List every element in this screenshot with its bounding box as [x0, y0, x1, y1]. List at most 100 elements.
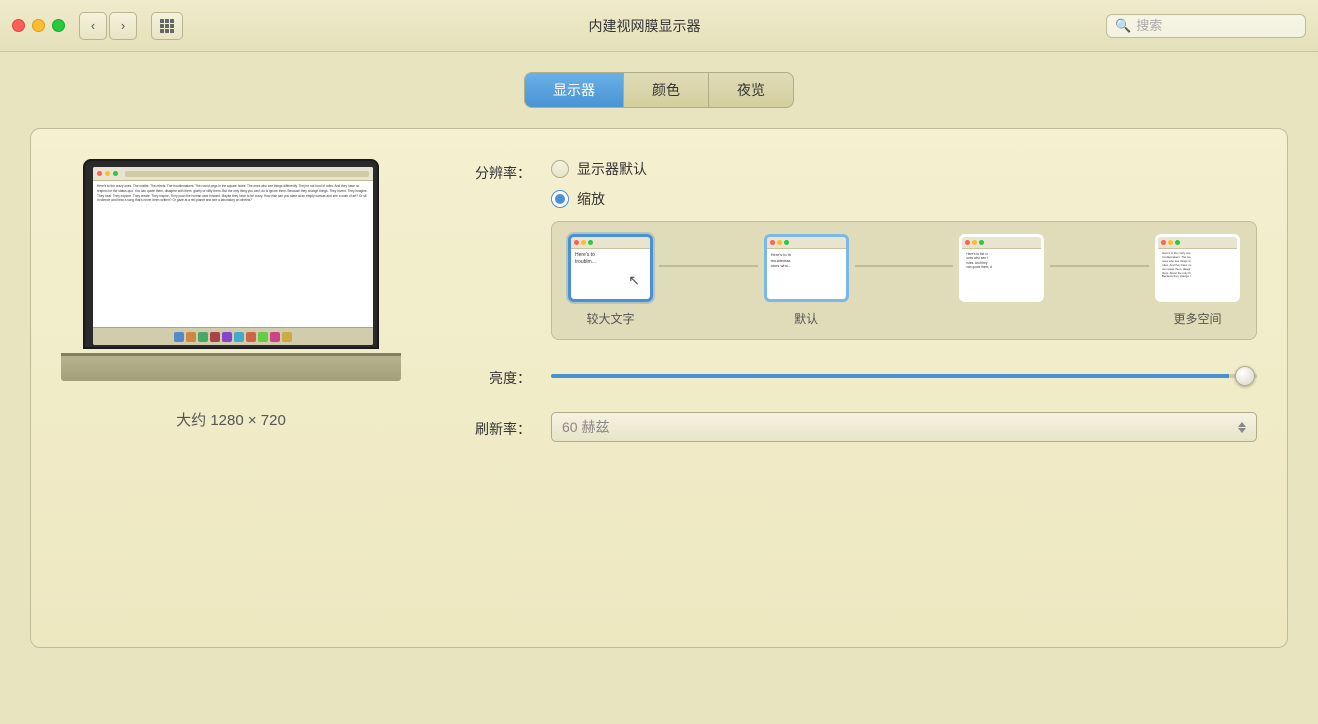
scale-more-1-text: Here's to the crones who see trules. And… [962, 249, 1041, 302]
sp-dot-g-1 [588, 240, 593, 245]
minimize-button[interactable] [32, 19, 45, 32]
laptop-hinge [61, 353, 401, 356]
scale-more-1[interactable]: Here's to the crones who see trules. And… [959, 234, 1044, 327]
nav-buttons: ‹ › [79, 12, 137, 40]
brightness-setting: 亮度： [451, 364, 1257, 388]
grid-view-button[interactable] [151, 12, 183, 40]
brightness-label: 亮度： [451, 368, 531, 388]
sp-dot-r-2 [770, 240, 775, 245]
sp-dot-r-4 [1161, 240, 1166, 245]
tabs-container: 显示器 颜色 夜览 [30, 72, 1288, 108]
resolution-radio-group: 显示器默认 缩放 [551, 159, 1257, 209]
scale-larger[interactable]: Here's totroublm... ↖ 较大文字 [568, 234, 653, 327]
screen-dock [93, 327, 373, 345]
screen-max-dot [113, 171, 118, 176]
scale-default-preview: Here's to thtroublemakones who... [764, 234, 849, 302]
laptop-screen-inner: Here's to the crazy ones. The misfits. T… [93, 167, 373, 345]
screen-toolbar [125, 171, 369, 177]
display-panel: Here's to the crazy ones. The misfits. T… [30, 128, 1288, 648]
scale-spacer-1 [659, 265, 758, 267]
sp-dot-r-1 [574, 240, 579, 245]
scale-larger-label: 较大文字 [586, 310, 634, 327]
main-content: 显示器 颜色 夜览 [0, 52, 1318, 668]
screen-min-dot [105, 171, 110, 176]
sp-dot-g-2 [784, 240, 789, 245]
scale-preview-bar-3 [962, 237, 1041, 249]
titlebar: ‹ › 内建视网膜显示器 🔍 [0, 0, 1318, 52]
refresh-select[interactable]: 60 赫兹 [551, 412, 1257, 442]
tab-group: 显示器 颜色 夜览 [524, 72, 794, 108]
radio-scaled-inner [555, 194, 565, 204]
refresh-value: 60 赫兹 [562, 417, 1238, 437]
scale-larger-preview: Here's totroublm... ↖ [568, 234, 653, 302]
grid-icon [159, 18, 175, 34]
tab-color[interactable]: 颜色 [624, 73, 709, 107]
nav-forward-button[interactable]: › [109, 12, 137, 40]
refresh-arrows [1238, 422, 1246, 433]
scale-options-container: Here's totroublm... ↖ 较大文字 [551, 221, 1257, 340]
dock-icon-2 [186, 332, 196, 342]
scale-more-2-preview: Here's to the crazy onetroublemakers. Th… [1155, 234, 1240, 302]
arrow-up-icon [1238, 422, 1246, 427]
sp-dot-g-4 [1175, 240, 1180, 245]
nav-back-button[interactable]: ‹ [79, 12, 107, 40]
scale-spacer-2 [855, 265, 954, 267]
settings-section: 分辨率： 显示器默认 缩放 [451, 159, 1257, 617]
sp-dot-y-2 [777, 240, 782, 245]
dock-icon-7 [246, 332, 256, 342]
radio-scaled-circle [551, 190, 569, 208]
traffic-lights [12, 19, 65, 32]
scale-more-2[interactable]: Here's to the crazy onetroublemakers. Th… [1155, 234, 1240, 327]
refresh-label: 刷新率： [451, 419, 531, 439]
sp-dot-r-3 [965, 240, 970, 245]
resolution-setting: 分辨率： 显示器默认 缩放 [451, 159, 1257, 340]
laptop-base [61, 355, 401, 381]
brightness-slider-container[interactable] [551, 366, 1257, 386]
dock-icon-10 [282, 332, 292, 342]
scale-default-text: Here's to thtroublemakones who... [767, 249, 846, 302]
brightness-track [551, 374, 1257, 378]
search-input[interactable] [1136, 18, 1297, 33]
scale-default[interactable]: Here's to thtroublemakones who... 默认 [764, 234, 849, 327]
tab-night[interactable]: 夜览 [709, 73, 793, 107]
screen-close-dot [97, 171, 102, 176]
close-button[interactable] [12, 19, 25, 32]
laptop-screen-bezel: Here's to the crazy ones. The misfits. T… [83, 159, 379, 349]
sp-dot-g-3 [979, 240, 984, 245]
resolution-radio-default[interactable]: 显示器默认 [551, 159, 1257, 179]
dock-icon-5 [222, 332, 232, 342]
laptop-container: Here's to the crazy ones. The misfits. T… [61, 159, 401, 389]
radio-default-label: 显示器默认 [577, 159, 647, 179]
arrow-down-icon [1238, 428, 1246, 433]
search-box[interactable]: 🔍 [1106, 14, 1306, 38]
resolution-radio-scaled[interactable]: 缩放 [551, 189, 1257, 209]
window-title: 内建视网膜显示器 [191, 16, 1098, 36]
screen-text-area: Here's to the crazy ones. The misfits. T… [93, 181, 373, 327]
sp-dot-y-3 [972, 240, 977, 245]
laptop-size-label: 大约 1280 × 720 [176, 409, 286, 430]
dock-icon-1 [174, 332, 184, 342]
search-icon: 🔍 [1115, 18, 1131, 34]
dock-icon-3 [198, 332, 208, 342]
dock-icon-8 [258, 332, 268, 342]
dock-icon-9 [270, 332, 280, 342]
scale-more-1-preview: Here's to the crones who see trules. And… [959, 234, 1044, 302]
resolution-content: 显示器默认 缩放 [551, 159, 1257, 340]
maximize-button[interactable] [52, 19, 65, 32]
sp-dot-y-4 [1168, 240, 1173, 245]
brightness-thumb[interactable] [1235, 366, 1255, 386]
scale-more-2-text: Here's to the crazy onetroublemakers. Th… [1158, 249, 1237, 302]
scale-preview-bar-1 [571, 237, 650, 249]
cursor-icon: ↖ [628, 272, 640, 289]
scale-default-label: 默认 [794, 310, 818, 327]
radio-default-circle [551, 160, 569, 178]
tab-display[interactable]: 显示器 [525, 73, 624, 107]
screen-document-text: Here's to the crazy ones. The misfits. T… [97, 184, 369, 203]
scale-more-2-label: 更多空间 [1174, 310, 1222, 327]
screen-app-bar [93, 167, 373, 181]
refresh-setting: 刷新率： 60 赫兹 [451, 412, 1257, 442]
dock-icon-4 [210, 332, 220, 342]
resolution-label: 分辨率： [451, 163, 531, 183]
scale-preview-bar-2 [767, 237, 846, 249]
radio-scaled-label: 缩放 [577, 189, 605, 209]
